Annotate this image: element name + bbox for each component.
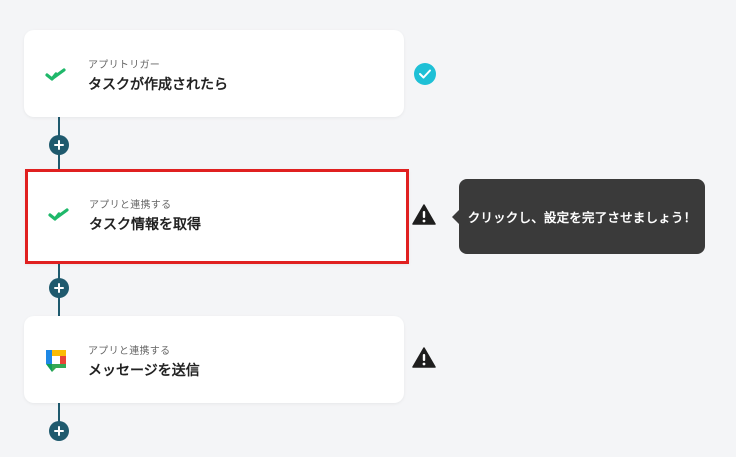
add-step-button[interactable]	[49, 278, 69, 298]
step-type-label: アプリトリガー	[88, 60, 161, 71]
add-step-button[interactable]	[49, 421, 69, 441]
check-logo-icon	[47, 204, 71, 226]
step-card-trigger[interactable]: アプリトリガー タスクが作成されたら	[24, 30, 404, 117]
setup-hint-tooltip: クリックし、設定を完了させましょう！	[452, 179, 705, 254]
step-title: メッセージを送信	[88, 363, 200, 379]
warning-icon	[412, 203, 436, 227]
check-logo-icon	[44, 64, 68, 86]
google-chat-icon	[44, 347, 68, 373]
add-step-button[interactable]	[49, 135, 69, 155]
complete-check-icon	[413, 62, 437, 86]
step-card-get-task[interactable]: アプリと連携する タスク情報を取得	[25, 169, 409, 264]
plus-icon	[54, 426, 64, 436]
step-title: タスク情報を取得	[89, 217, 201, 233]
plus-icon	[54, 283, 64, 293]
step-card-send-message[interactable]: アプリと連携する メッセージを送信	[24, 316, 404, 403]
tooltip-text: クリックし、設定を完了させましょう！	[467, 210, 697, 225]
step-type-label: アプリと連携する	[89, 200, 172, 211]
step-title: タスクが作成されたら	[88, 77, 228, 93]
step-type-label: アプリと連携する	[88, 346, 171, 357]
plus-icon	[54, 140, 64, 150]
warning-icon	[412, 346, 436, 370]
